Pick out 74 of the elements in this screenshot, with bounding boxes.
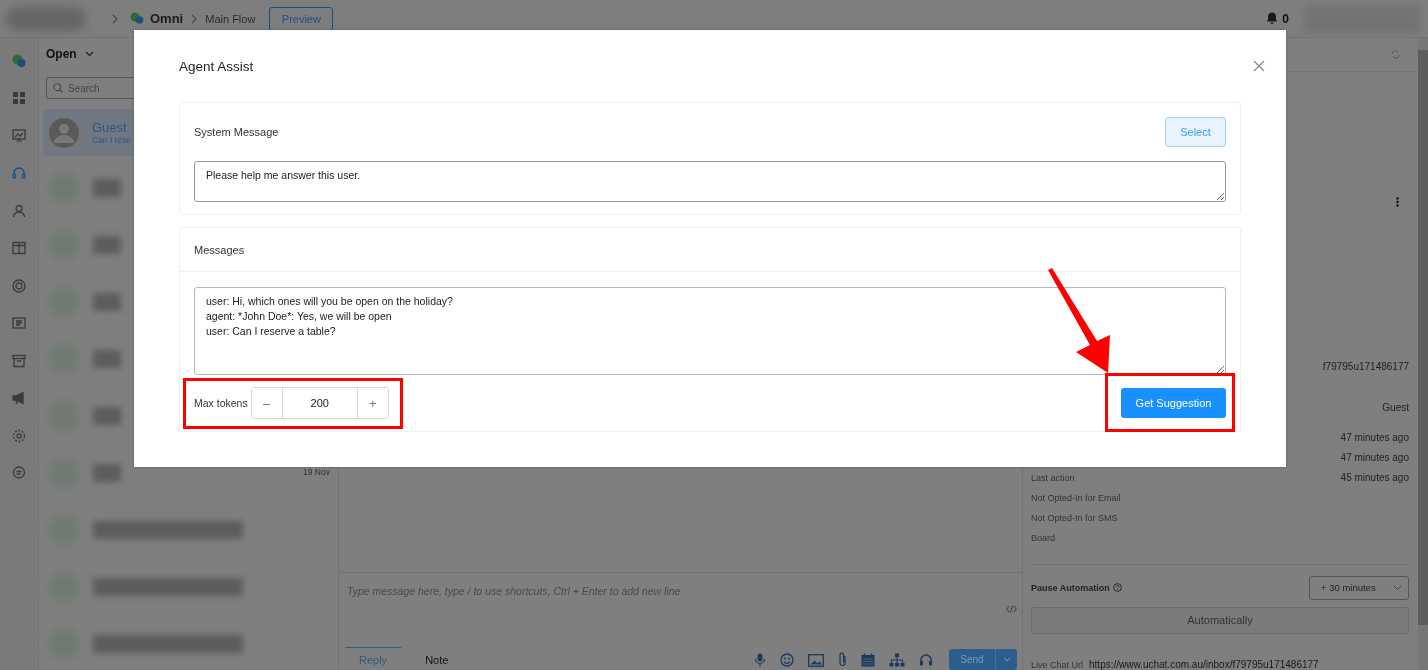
max-tokens-stepper[interactable]: – 200 + [250, 387, 389, 419]
image-icon[interactable] [808, 654, 824, 667]
detail-label: Not Opted-In for Email [1031, 492, 1121, 503]
bell-icon[interactable] [1266, 12, 1279, 25]
avatar-icon [49, 117, 79, 148]
max-tokens-label: Max tokens [194, 397, 248, 409]
detail-value: Guest [1382, 401, 1409, 413]
card-icon[interactable] [12, 316, 26, 331]
blurred-text [93, 463, 121, 482]
section-label: Messages [194, 243, 245, 256]
live-chat-url[interactable]: https://www.uchat.com.au/inbox/f79795u171486177 [1089, 659, 1319, 670]
contact-name: Guest [92, 120, 128, 135]
chevron-icon [112, 13, 118, 24]
detail-value: 45 minutes ago [1340, 472, 1409, 484]
user-icon[interactable] [12, 203, 26, 218]
search-input[interactable]: Search [68, 82, 128, 94]
detail-value: f79795u171486177 [1322, 360, 1409, 372]
section-label: System Message [194, 126, 279, 138]
comment-icon[interactable] [12, 466, 26, 481]
blurred-text [93, 178, 121, 197]
globe-icon[interactable] [12, 278, 26, 293]
blurred-text [93, 349, 121, 368]
paperclip-icon[interactable] [838, 652, 847, 667]
caret-icon [1002, 657, 1011, 662]
send-button[interactable]: Send [949, 649, 995, 670]
chevron-icon [191, 13, 198, 24]
refresh-icon[interactable] [1391, 50, 1400, 59]
grid-icon[interactable] [12, 91, 26, 106]
breadcrumb-item[interactable]: Main Flow [205, 12, 256, 25]
select-button[interactable]: Select [1165, 117, 1226, 147]
detail-value: 47 minutes ago [1340, 452, 1409, 464]
chat-bubbles-icon [130, 12, 144, 25]
max-tokens-input[interactable]: 200 [281, 388, 358, 418]
notification-count: 0 [1282, 11, 1289, 26]
detail-value: 47 minutes ago [1340, 432, 1409, 444]
breadcrumb-item[interactable]: Omni [150, 11, 184, 26]
columns-icon[interactable] [12, 241, 26, 256]
blurred-text [93, 235, 121, 254]
chart-icon[interactable] [12, 128, 26, 143]
archive-icon[interactable] [12, 353, 26, 368]
dialog-title: Agent Assist [179, 58, 254, 74]
detail-label: Not Opted-In for SMS [1031, 512, 1118, 523]
duration-select[interactable]: + 30 minutes [1309, 575, 1409, 600]
search-field[interactable]: Search [46, 77, 134, 99]
microphone-icon[interactable] [754, 653, 766, 667]
live-chat-url-label: Live Chat Url [1031, 659, 1084, 670]
megaphone-icon[interactable] [12, 391, 26, 406]
calendar-icon[interactable] [861, 653, 875, 667]
detail-label: Board [1031, 532, 1056, 543]
caret-icon[interactable] [84, 51, 94, 57]
more-icon[interactable] [1396, 197, 1399, 208]
headset-icon[interactable] [919, 653, 933, 667]
automatically-button[interactable]: Automatically [1031, 606, 1409, 634]
duration-value: + 30 minutes [1321, 582, 1376, 594]
composer-tab[interactable]: Note [415, 647, 459, 670]
close-icon[interactable] [1253, 60, 1265, 72]
pause-automation-label: Pause Automation [1031, 582, 1110, 593]
status-filter[interactable]: Open [46, 47, 77, 61]
blurred-text [93, 406, 121, 425]
blurred-text [93, 292, 121, 311]
search-icon [53, 83, 63, 93]
gear-icon[interactable] [12, 428, 26, 443]
headset-icon[interactable] [12, 166, 26, 181]
detail-label: Last action [1031, 472, 1075, 483]
chat-icon[interactable] [12, 53, 26, 68]
caret-icon [1393, 584, 1402, 591]
get-suggestion-button[interactable]: Get Suggestion [1121, 388, 1226, 418]
conversation-date: 19 Nov [303, 467, 330, 477]
help-icon[interactable] [1112, 583, 1122, 593]
code-icon[interactable] [1006, 605, 1017, 613]
emoji-icon[interactable] [780, 653, 794, 667]
sitemap-icon[interactable] [889, 653, 905, 667]
messages-input[interactable]: user: Hi, which ones will you be open on the holiday? agent: *John Doe*: Yes, we will be open user: Can I reserve a table? [194, 287, 1226, 375]
system-message-input[interactable]: Please help me answer this user. [194, 161, 1226, 202]
